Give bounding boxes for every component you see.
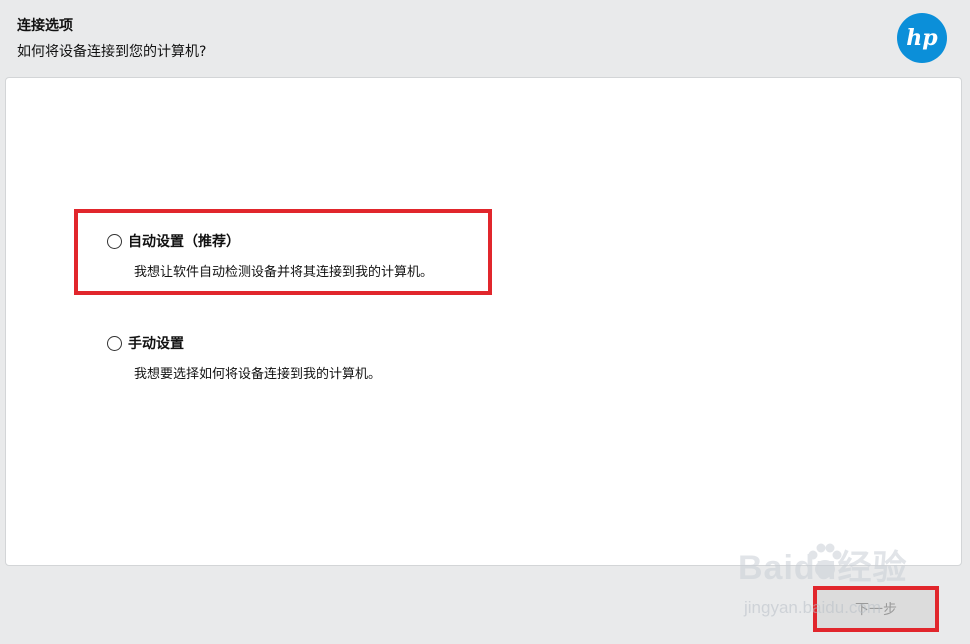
highlight-box-auto-setup [74, 209, 492, 295]
option-manual-setup[interactable]: 手动设置 我想要选择如何将设备连接到我的计算机。 [107, 334, 381, 382]
hp-logo-text: hp [906, 25, 938, 51]
page-title: 连接选项 [17, 18, 73, 34]
watermark-url: jingyan.baidu.com [744, 598, 882, 617]
radio-manual-setup[interactable] [107, 335, 122, 351]
hp-logo-glyph: hp [906, 25, 938, 51]
option-description: 我想要选择如何将设备连接到我的计算机。 [134, 367, 382, 382]
hp-logo-icon: hp [897, 13, 947, 63]
page-subtitle: 如何将设备连接到您的计算机? [17, 44, 207, 60]
option-label[interactable]: 手动设置 [128, 333, 184, 353]
watermark-main: Baidu经验 [738, 549, 908, 587]
header: 连接选项 如何将设备连接到您的计算机? hp [0, 0, 970, 74]
content-panel [5, 77, 962, 566]
